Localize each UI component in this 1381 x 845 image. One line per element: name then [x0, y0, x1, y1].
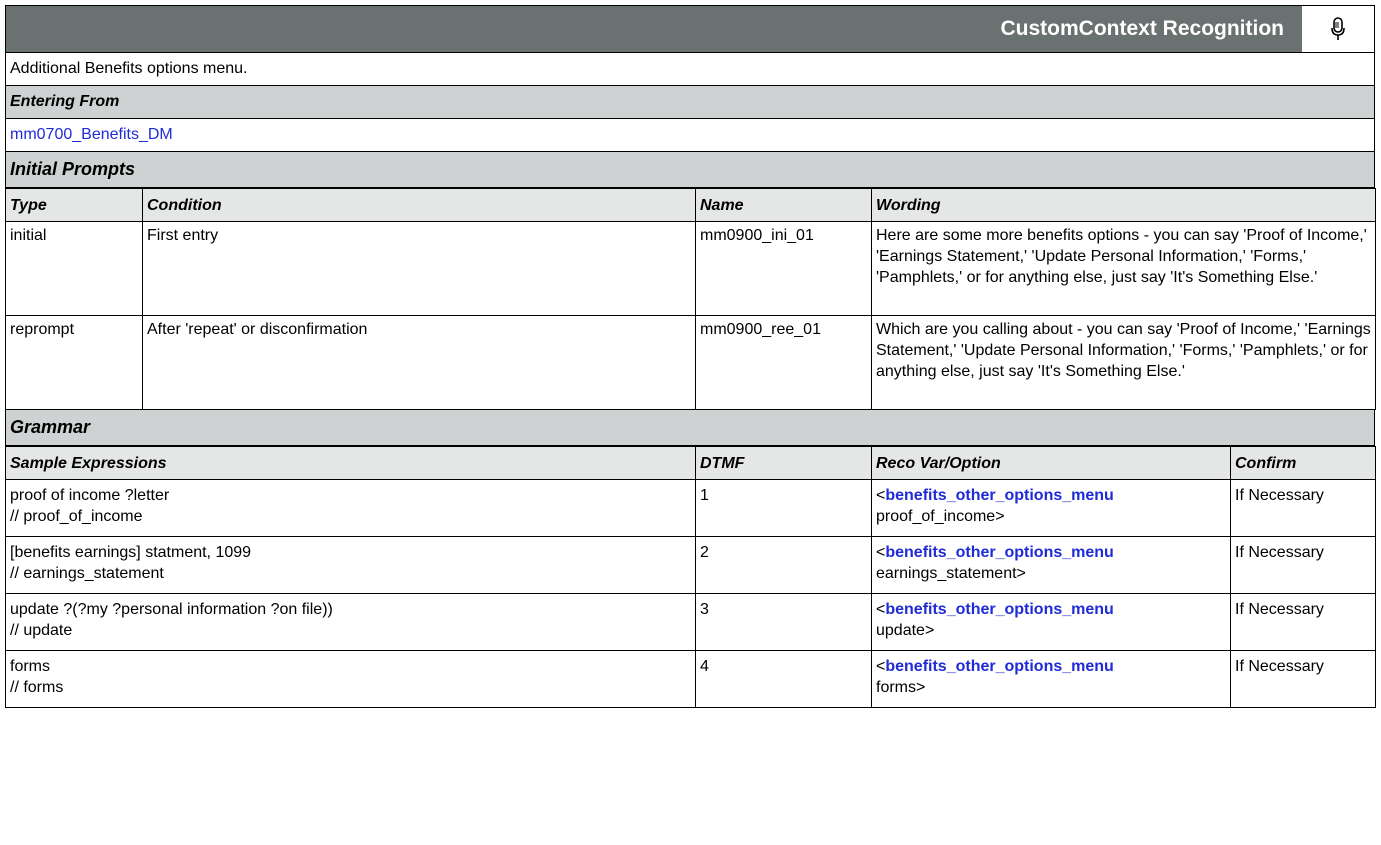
dtmf-value: 2 [695, 536, 872, 594]
sample-expression: [benefits earnings] statment, 1099// ear… [5, 536, 696, 594]
sample-expression: forms// forms [5, 650, 696, 708]
reco-var-option: <benefits_other_options_menu earnings_sta… [871, 536, 1231, 594]
confirm-value: If Necessary [1230, 650, 1376, 708]
col-dtmf: DTMF [695, 446, 872, 480]
col-confirm: Confirm [1230, 446, 1376, 480]
entering-from-link[interactable]: mm0700_Benefits_DM [10, 126, 173, 144]
dtmf-value: 3 [695, 593, 872, 651]
col-wording: Wording [871, 188, 1376, 222]
sample-expression: proof of income ?letter// proof_of_incom… [5, 479, 696, 537]
prompt-condition: First entry [142, 221, 696, 316]
description: Additional Benefits options menu. [5, 53, 1375, 86]
table-row: proof of income ?letter// proof_of_incom… [5, 479, 1376, 537]
initial-prompts-header: Initial Prompts [5, 152, 1375, 188]
grammar-table: Sample Expressions DTMF Reco Var/Option … [5, 446, 1376, 708]
microphone-icon [1302, 6, 1374, 52]
col-type: Type [5, 188, 143, 222]
document: CustomContext Recognition Additional Ben… [5, 5, 1376, 708]
col-reco-var: Reco Var/Option [871, 446, 1231, 480]
reco-var-option: <benefits_other_options_menu update> [871, 593, 1231, 651]
table-row: initial First entry mm0900_ini_01 Here a… [5, 221, 1376, 316]
col-condition: Condition [142, 188, 696, 222]
entering-from-header: Entering From [5, 86, 1375, 119]
description-text: Additional Benefits options menu. [10, 60, 248, 77]
reco-var-option: <benefits_other_options_menu forms> [871, 650, 1231, 708]
reco-var-link[interactable]: benefits_other_options_menu [885, 601, 1113, 618]
confirm-value: If Necessary [1230, 593, 1376, 651]
prompt-name: mm0900_ree_01 [695, 315, 872, 410]
confirm-value: If Necessary [1230, 536, 1376, 594]
confirm-value: If Necessary [1230, 479, 1376, 537]
prompt-name: mm0900_ini_01 [695, 221, 872, 316]
entering-from-row: mm0700_Benefits_DM [5, 119, 1375, 152]
col-sample-expressions: Sample Expressions [5, 446, 696, 480]
dtmf-value: 1 [695, 479, 872, 537]
prompt-type: reprompt [5, 315, 143, 410]
prompt-wording: Here are some more benefits options - yo… [871, 221, 1376, 316]
grammar-header-row: Sample Expressions DTMF Reco Var/Option … [5, 446, 1376, 480]
prompt-condition: After 'repeat' or disconfirmation [142, 315, 696, 410]
reco-var-link[interactable]: benefits_other_options_menu [885, 544, 1113, 561]
prompt-wording: Which are you calling about - you can sa… [871, 315, 1376, 410]
table-row: forms// forms 4 <benefits_other_options_… [5, 650, 1376, 708]
table-row: reprompt After 'repeat' or disconfirmati… [5, 315, 1376, 410]
grammar-label: Grammar [10, 417, 91, 437]
dtmf-value: 4 [695, 650, 872, 708]
sample-expression: update ?(?my ?personal information ?on f… [5, 593, 696, 651]
header-bar: CustomContext Recognition [5, 5, 1375, 53]
col-name: Name [695, 188, 872, 222]
initial-prompts-header-row: Type Condition Name Wording [5, 188, 1376, 222]
reco-var-link[interactable]: benefits_other_options_menu [885, 487, 1113, 504]
reco-var-option: <benefits_other_options_menu proof_of_inc… [871, 479, 1231, 537]
prompt-type: initial [5, 221, 143, 316]
page-title: CustomContext Recognition [988, 6, 1302, 52]
grammar-header: Grammar [5, 410, 1375, 446]
initial-prompts-table: Type Condition Name Wording initial Firs… [5, 188, 1376, 410]
initial-prompts-label: Initial Prompts [10, 159, 136, 179]
entering-from-label: Entering From [10, 93, 120, 110]
reco-var-link[interactable]: benefits_other_options_menu [885, 658, 1113, 675]
table-row: update ?(?my ?personal information ?on f… [5, 593, 1376, 651]
table-row: [benefits earnings] statment, 1099// ear… [5, 536, 1376, 594]
